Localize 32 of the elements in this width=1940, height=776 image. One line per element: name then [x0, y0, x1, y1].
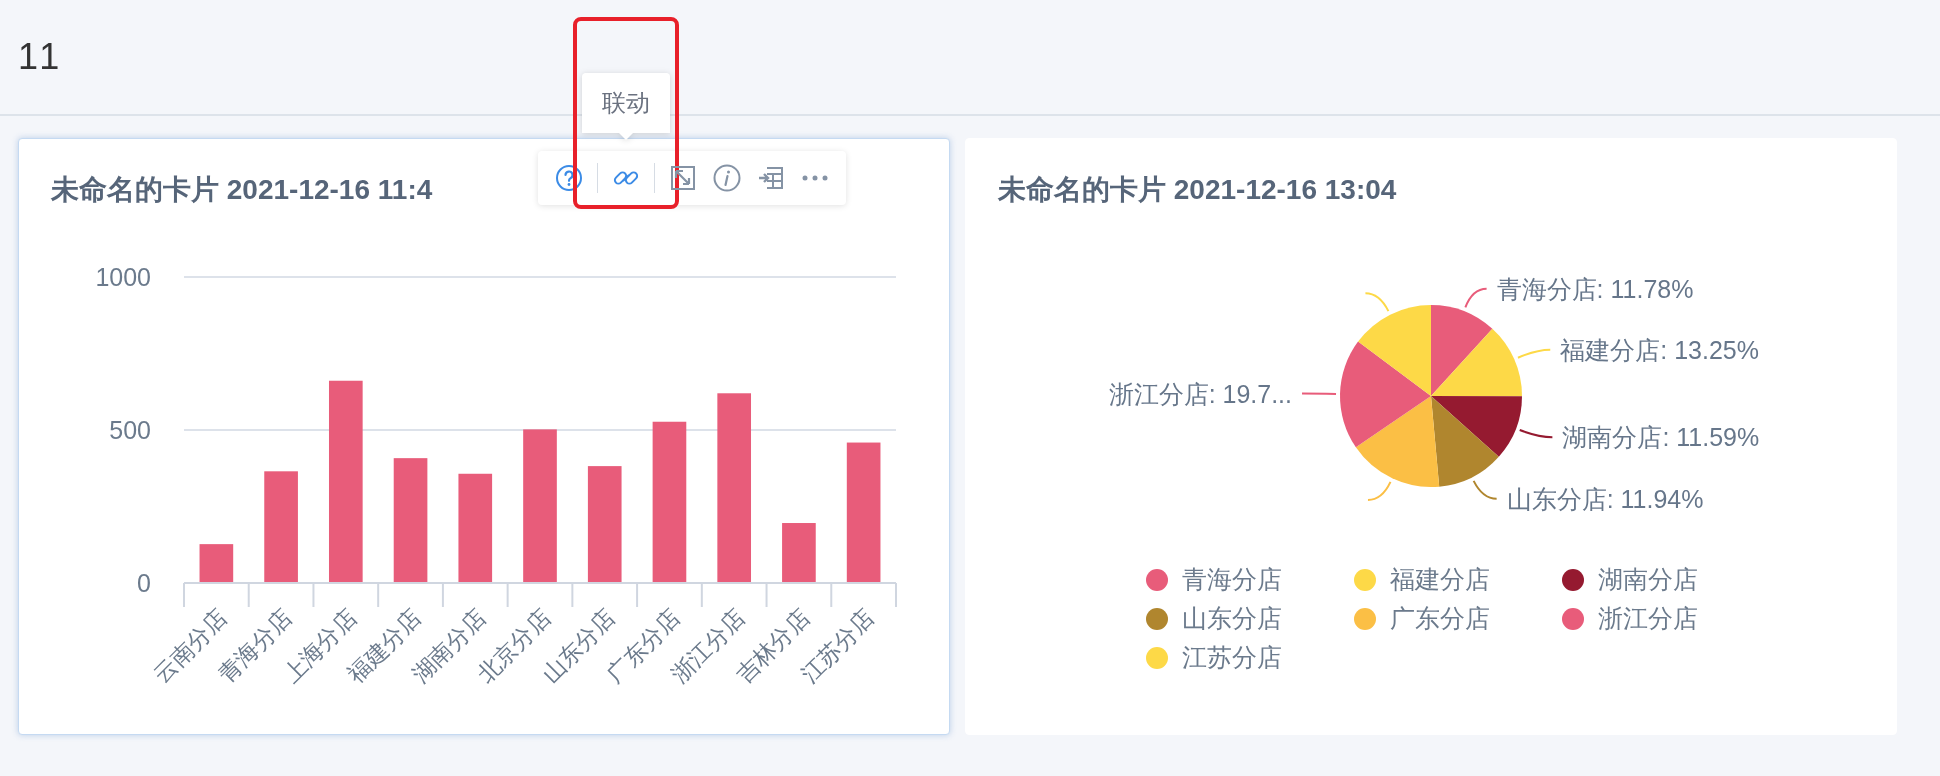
leader-line	[1301, 392, 1337, 396]
legend-label: 湖南分店	[1598, 564, 1698, 595]
axis-tick-label: 1000	[95, 263, 151, 291]
legend-label: 青海分店	[1182, 564, 1282, 595]
slice-label: 青海分店: 11.78%	[1496, 274, 1694, 303]
leader-line	[1464, 287, 1488, 309]
leader-line	[1472, 479, 1498, 500]
expand-icon	[668, 163, 698, 193]
legend-label: 山东分店	[1182, 603, 1282, 634]
slice-label: 福建分店: 13.25%	[1560, 335, 1759, 364]
leader-line	[1364, 292, 1390, 313]
more-icon	[802, 175, 828, 181]
leader-line	[1516, 348, 1552, 359]
help-icon	[554, 163, 584, 193]
info-icon	[712, 163, 742, 193]
slice-label: 湖南分店: 11.59%	[1562, 423, 1760, 452]
leader-line	[1366, 480, 1392, 501]
axis-tick-label: 0	[137, 569, 151, 597]
slice-label: 山东分店: 11.94%	[1506, 484, 1704, 513]
legend-label: 福建分店	[1390, 564, 1490, 595]
bar	[782, 523, 816, 583]
card-title: 未命名的卡片 2021-12-16 11:4	[51, 173, 433, 207]
tooltip: 联动	[582, 73, 670, 140]
legend-label: 广东分店	[1390, 603, 1490, 634]
slice-label: 浙江分店: 19.7...	[1108, 379, 1292, 408]
chart-card[interactable]: 未命名的卡片 2021-12-16 13:04 青海分店: 11.78% 福建分店: 13.25% 湖南分店: 11.59% 山东分店: 11.94% 浙江分店: 19.7... 青海分店 福建分店 湖南分店 山东分店 广东分店 浙江分店 江苏分店	[965, 138, 1897, 735]
legend-label: 江苏分店	[1182, 642, 1282, 673]
legend-label: 浙江分店	[1598, 603, 1698, 634]
leader-line	[1518, 429, 1554, 439]
card-title: 未命名的卡片 2021-12-16 13:04	[998, 173, 1397, 207]
bar	[199, 544, 234, 583]
axis-tick-label: 500	[109, 416, 151, 444]
